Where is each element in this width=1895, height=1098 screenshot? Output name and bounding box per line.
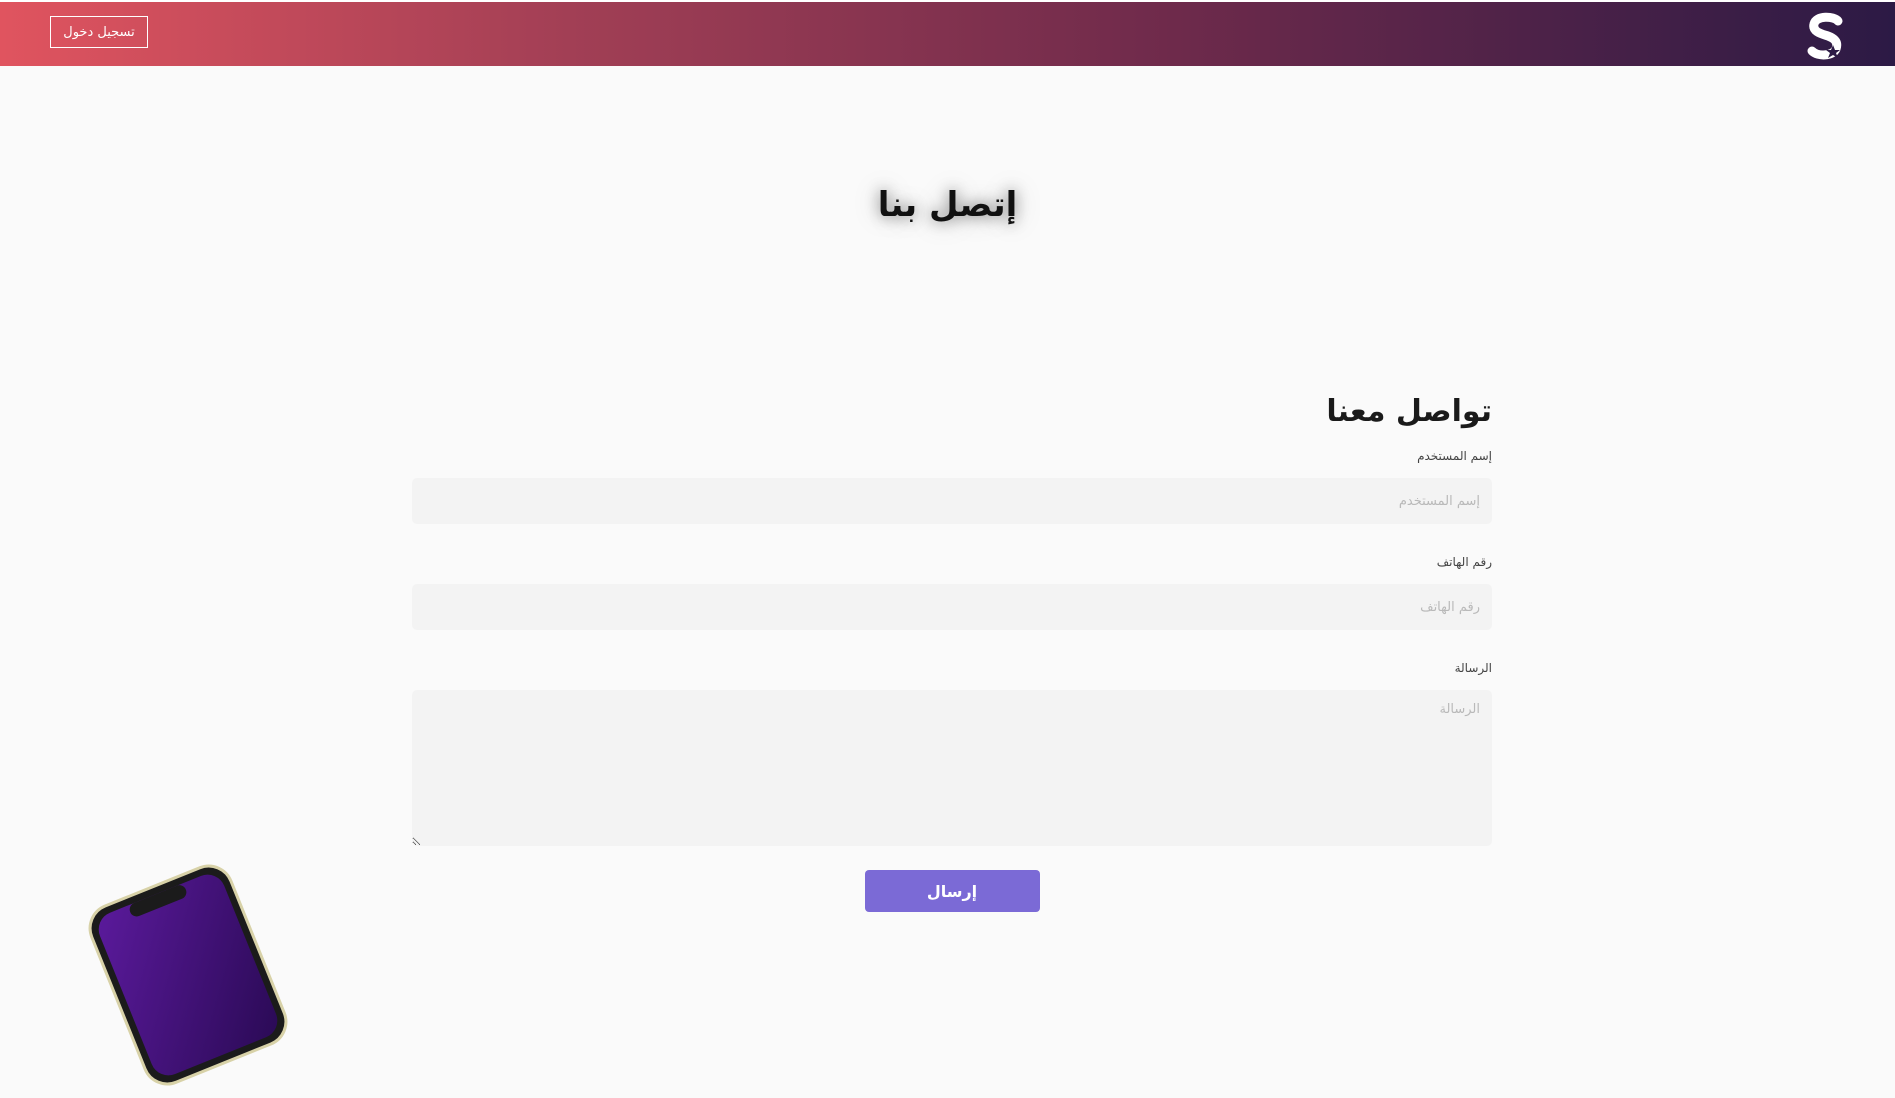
username-input[interactable] xyxy=(412,478,1492,524)
submit-button[interactable]: إرسال xyxy=(864,870,1040,912)
phone-illustration-icon xyxy=(88,864,288,1086)
phone-label: رقم الهاتف xyxy=(1436,555,1492,569)
message-textarea[interactable] xyxy=(412,690,1492,846)
top-navbar: تسجيل دخول xyxy=(0,0,1895,66)
page-title: إتصل بنا xyxy=(877,185,1018,225)
login-button[interactable]: تسجيل دخول xyxy=(50,16,148,48)
phone-input[interactable] xyxy=(412,584,1492,630)
message-label: الرسالة xyxy=(1454,661,1492,675)
s-star-logo-icon[interactable] xyxy=(1806,12,1846,62)
contact-form: تواصل معنا إسم المستخدم رقم الهاتف الرسا… xyxy=(412,390,1492,912)
username-label: إسم المستخدم xyxy=(1417,449,1492,463)
form-heading: تواصل معنا xyxy=(1326,394,1492,429)
